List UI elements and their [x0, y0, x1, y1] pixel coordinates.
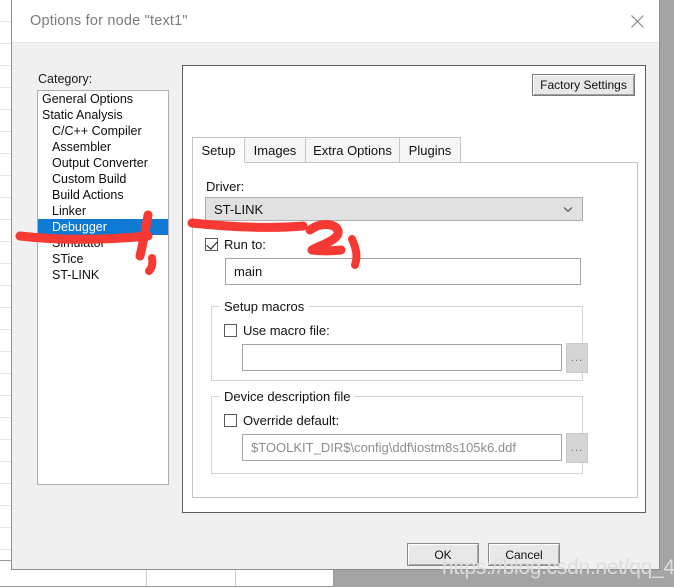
- setup-macros-title: Setup macros: [220, 299, 309, 314]
- category-item-output-converter[interactable]: Output Converter: [38, 155, 168, 171]
- cancel-button[interactable]: Cancel: [488, 543, 560, 566]
- ddf-path-input[interactable]: $TOOLKIT_DIR$\config\ddf\iostm8s105k6.dd…: [242, 434, 562, 461]
- driver-selected-value: ST-LINK: [214, 201, 264, 217]
- ddf-browse-button[interactable]: ...: [566, 433, 588, 463]
- override-default-label: Override default:: [243, 413, 340, 428]
- category-item-simulator[interactable]: Simulator: [38, 235, 168, 251]
- factory-settings-button[interactable]: Factory Settings: [532, 74, 635, 96]
- macro-file-input[interactable]: [242, 344, 562, 371]
- driver-label: Driver:: [206, 179, 245, 194]
- use-macro-file-checkbox-row[interactable]: Use macro file:: [224, 323, 330, 338]
- category-item-assembler[interactable]: Assembler: [38, 139, 168, 155]
- category-label: Category:: [38, 72, 93, 86]
- use-macro-file-checkbox[interactable]: [224, 324, 237, 337]
- close-icon: [630, 14, 644, 28]
- override-default-checkbox-row[interactable]: Override default:: [224, 413, 339, 428]
- tab-setup[interactable]: Setup: [192, 137, 245, 163]
- category-item-st-link[interactable]: ST-LINK: [38, 267, 168, 283]
- chevron-down-icon: [563, 207, 573, 212]
- run-to-checkbox[interactable]: [205, 238, 218, 251]
- device-description-title: Device description file: [220, 389, 355, 404]
- background-gray-right-edge: [660, 0, 674, 570]
- category-list[interactable]: General Options Static Analysis C/C++ Comp…: [37, 90, 169, 485]
- driver-dropdown[interactable]: ST-LINK: [205, 197, 583, 221]
- device-description-group: Device description file Override default…: [211, 389, 588, 474]
- run-to-input[interactable]: main: [225, 258, 581, 285]
- run-to-checkbox-row[interactable]: Run to:: [205, 237, 266, 252]
- category-item-stice[interactable]: STice: [38, 251, 168, 267]
- ok-button[interactable]: OK: [407, 543, 479, 566]
- macro-file-browse-button[interactable]: ...: [566, 343, 588, 373]
- use-macro-file-label: Use macro file:: [243, 323, 330, 338]
- override-default-checkbox[interactable]: [224, 414, 237, 427]
- tab-plugins[interactable]: Plugins: [399, 137, 461, 163]
- options-panel: Factory Settings Setup Images Extra Option…: [182, 65, 646, 513]
- category-item-debugger[interactable]: Debugger: [38, 219, 168, 235]
- category-item-custom-build[interactable]: Custom Build: [38, 171, 168, 187]
- run-to-label: Run to:: [224, 237, 266, 252]
- category-item-general-options[interactable]: General Options: [38, 91, 168, 107]
- dialog-title: Options for node "text1": [30, 13, 188, 29]
- tab-extra-options[interactable]: Extra Options: [305, 137, 400, 163]
- category-item-linker[interactable]: Linker: [38, 203, 168, 219]
- dialog-titlebar: Options for node "text1": [12, 0, 659, 43]
- options-dialog: Options for node "text1" Category: Gener…: [11, 0, 674, 579]
- tabstrip: Setup Images Extra Options Plugins: [192, 137, 638, 163]
- category-item-build-actions[interactable]: Build Actions: [38, 187, 168, 203]
- category-item-static-analysis[interactable]: Static Analysis: [38, 107, 168, 123]
- setup-macros-group: Setup macros Use macro file: ...: [211, 299, 588, 381]
- tab-images[interactable]: Images: [244, 137, 306, 163]
- category-item-c-c-compiler[interactable]: C/C++ Compiler: [38, 123, 168, 139]
- close-button[interactable]: [615, 0, 659, 42]
